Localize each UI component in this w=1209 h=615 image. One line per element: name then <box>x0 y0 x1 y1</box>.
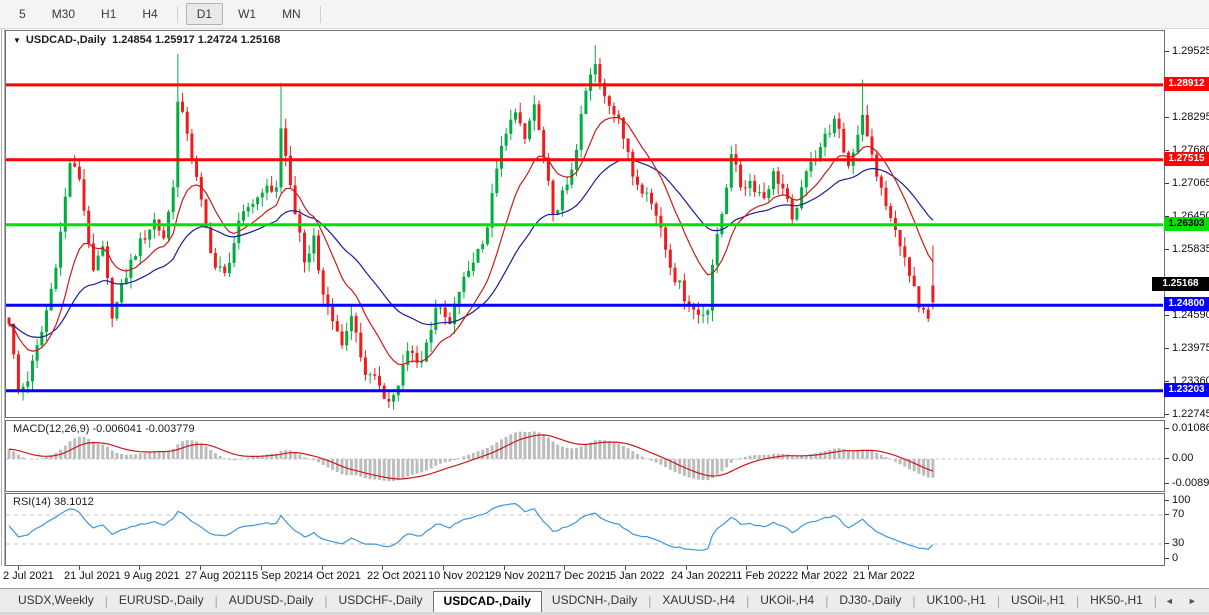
rsi-tick-mark <box>1165 558 1169 559</box>
timeframe-button-d1[interactable]: D1 <box>186 3 223 25</box>
price-tick-label: 1.25835 <box>1172 243 1209 255</box>
macd-pane[interactable]: MACD(12,26,9) -0.006041 -0.003779 <box>5 420 1165 492</box>
macd-tick-mark <box>1165 458 1169 459</box>
chart-tab-usdcad-daily[interactable]: USDCAD-,Daily <box>433 591 542 613</box>
price-tick-mark <box>1165 117 1169 118</box>
date-label: 21 Jul 2021 <box>64 570 121 582</box>
date-label: 27 Aug 2021 <box>185 570 247 582</box>
macd-tick-label: 0.00 <box>1172 452 1193 464</box>
date-label: 24 Jan 2022 <box>671 570 732 582</box>
level-price-badge: 1.27515 <box>1164 152 1209 166</box>
date-label: 2 Jul 2021 <box>3 570 54 582</box>
price-tick-mark <box>1165 150 1169 151</box>
timeframe-button-5[interactable]: 5 <box>8 3 37 25</box>
tab-scroll-arrows: ◄► <box>1158 596 1204 606</box>
chart-tab-uk100-h1[interactable]: UK100-,H1 <box>916 590 995 611</box>
chart-ohlc-values: 1.24854 1.25917 1.24724 1.25168 <box>112 34 280 46</box>
timeframe-button-mn[interactable]: MN <box>271 3 312 25</box>
timeframe-button-m30[interactable]: M30 <box>41 3 86 25</box>
timeframe-toolbar: 5M30H1H4 D1W1MN <box>0 0 1209 29</box>
candlestick-canvas <box>6 31 1164 417</box>
price-tick-label: 1.27065 <box>1172 177 1209 189</box>
price-tick-mark <box>1165 381 1169 382</box>
date-label: 17 Dec 2021 <box>549 570 611 582</box>
level-price-badge: 1.23203 <box>1164 383 1209 397</box>
mt4-window: 5M30H1H4 D1W1MN ▼ USDCAD-,Daily 1.24854 1.… <box>0 0 1209 615</box>
date-axis: 2 Jul 2021 21 Jul 20219 Aug 2021 27 Aug 20… <box>0 566 1165 587</box>
toolbar-separator <box>320 6 321 23</box>
chart-tab-usdchf-daily[interactable]: USDCHF-,Daily <box>329 590 433 611</box>
timeframe-button-h4[interactable]: H4 <box>131 3 168 25</box>
chart-tab-bar: USDX,Weekly|EURUSD-,Daily|AUDUSD-,Daily|… <box>0 588 1209 612</box>
level-price-badge: 1.26303 <box>1164 217 1209 231</box>
date-label: 5 Jan 2022 <box>610 570 664 582</box>
rsi-tick-mark <box>1165 500 1169 501</box>
chart-tab-usoil-h1[interactable]: USOil-,H1 <box>1001 590 1075 611</box>
chart-tab-usdcnh-daily[interactable]: USDCNH-,Daily <box>542 590 647 611</box>
chart-tab-usdx-weekly[interactable]: USDX,Weekly <box>8 590 104 611</box>
date-label: 15 Sep 2021 <box>246 570 308 582</box>
macd-tick-mark <box>1165 428 1169 429</box>
current-price-badge: 1.25168 <box>1152 277 1209 291</box>
toolbar-separator <box>177 6 178 23</box>
rsi-canvas <box>6 494 1164 565</box>
timeframe-button-w1[interactable]: W1 <box>227 3 267 25</box>
chart-tab-eurusd-daily[interactable]: EURUSD-,Daily <box>109 590 214 611</box>
chart-title: ▼ USDCAD-,Daily 1.24854 1.25917 1.24724 1… <box>13 34 280 46</box>
chart-tab-hk50-h1[interactable]: HK50-,H1 <box>1080 590 1153 611</box>
main-chart-pane[interactable]: ▼ USDCAD-,Daily 1.24854 1.25917 1.24724 1… <box>5 30 1165 418</box>
date-label: 11 Feb 2022 <box>731 570 792 582</box>
price-tick-label: 1.28295 <box>1172 111 1209 123</box>
rsi-tick-mark <box>1165 543 1169 544</box>
tab-scroll-right-icon[interactable]: ► <box>1181 596 1204 606</box>
price-tick-label: 1.29525 <box>1172 45 1209 57</box>
price-tick-mark <box>1165 249 1169 250</box>
macd-tick-mark <box>1165 483 1169 484</box>
date-label: 29 Nov 2021 <box>489 570 551 582</box>
chart-tab-xauusd-h4[interactable]: XAUUSD-,H4 <box>652 590 745 611</box>
symbol-dropdown-icon[interactable]: ▼ <box>13 36 21 45</box>
chart-tab-ukoil-h4[interactable]: UKOil-,H4 <box>750 590 824 611</box>
macd-tick-label: 0.010869 <box>1172 422 1209 434</box>
price-tick-mark <box>1165 51 1169 52</box>
tab-scroll-left-icon[interactable]: ◄ <box>1158 596 1181 606</box>
chart-tab-audusd-daily[interactable]: AUDUSD-,Daily <box>219 590 324 611</box>
date-label: 22 Oct 2021 <box>367 570 427 582</box>
chart-symbol-label: USDCAD-,Daily <box>26 34 106 46</box>
rsi-tick-label: 70 <box>1172 508 1184 520</box>
rsi-tick-label: 0 <box>1172 552 1178 564</box>
rsi-tick-label: 100 <box>1172 494 1190 506</box>
rsi-tick-label: 30 <box>1172 537 1184 549</box>
level-price-badge: 1.24800 <box>1164 297 1209 311</box>
price-tick-label: 1.23975 <box>1172 342 1209 354</box>
date-label: 21 Mar 2022 <box>853 570 915 582</box>
macd-label: MACD(12,26,9) -0.006041 -0.003779 <box>13 423 195 435</box>
price-tick-label: 1.22745 <box>1172 408 1209 420</box>
date-label: 2 Mar 2022 <box>792 570 848 582</box>
rsi-label: RSI(14) 38.1012 <box>13 496 94 508</box>
date-label: 10 Nov 2021 <box>428 570 490 582</box>
chart-tab-dj30-daily[interactable]: DJ30-,Daily <box>829 590 911 611</box>
level-price-badge: 1.28912 <box>1164 77 1209 91</box>
price-tick-mark <box>1165 348 1169 349</box>
price-tick-mark <box>1165 414 1169 415</box>
timeframe-button-h1[interactable]: H1 <box>90 3 127 25</box>
rsi-tick-mark <box>1165 514 1169 515</box>
price-tick-mark <box>1165 183 1169 184</box>
price-tick-mark <box>1165 315 1169 316</box>
date-label: 4 Oct 2021 <box>307 570 361 582</box>
date-label: 9 Aug 2021 <box>124 570 180 582</box>
macd-tick-label: -0.008974 <box>1172 477 1209 489</box>
rsi-pane[interactable]: RSI(14) 38.1012 <box>5 493 1165 566</box>
